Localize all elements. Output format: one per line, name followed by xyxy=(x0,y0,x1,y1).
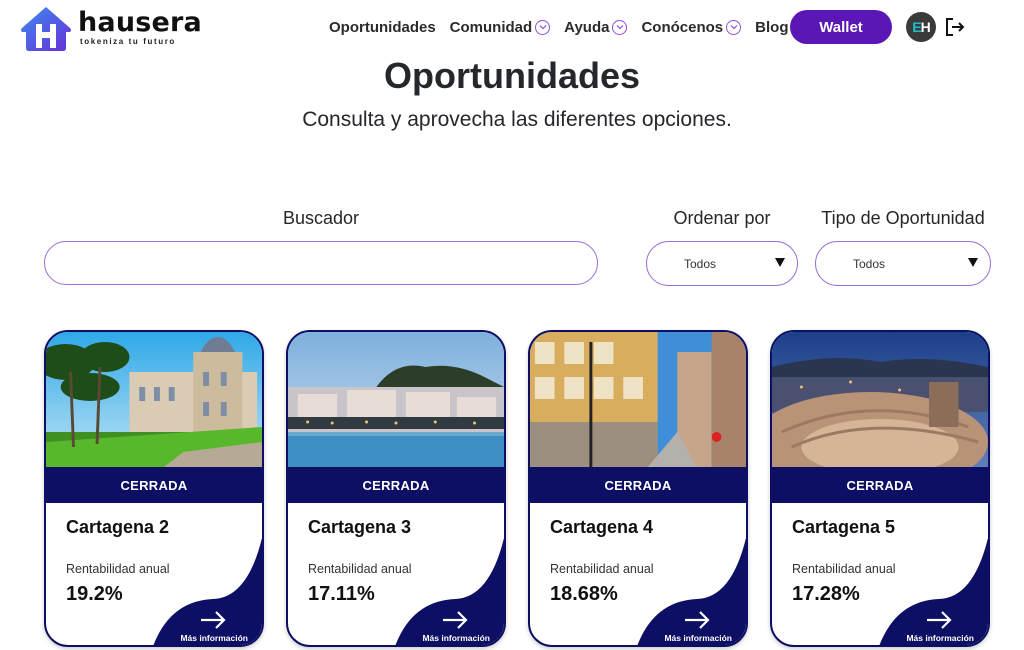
card-body: Cartagena 2 Rentabilidad anual 19.2% Más… xyxy=(46,503,262,645)
opportunity-card[interactable]: CERRADA Cartagena 5 Rentabilidad anual 1… xyxy=(770,330,990,647)
sort-select[interactable]: Todos xyxy=(646,241,798,286)
house-logo-icon xyxy=(21,7,71,51)
status-badge: CERRADA xyxy=(46,467,262,503)
card-title: Cartagena 4 xyxy=(550,517,654,537)
nav-label: Conócenos xyxy=(641,18,724,36)
chevron-down-icon xyxy=(726,19,742,35)
card-body: Cartagena 5 Rentabilidad anual 17.28% Má… xyxy=(772,503,988,645)
nav-item-comunidad[interactable]: Comunidad xyxy=(450,19,551,36)
type-value: Todos xyxy=(853,256,886,271)
sort-label: Ordenar por xyxy=(673,208,771,228)
nav-label: Blog xyxy=(755,18,789,36)
status-badge: CERRADA xyxy=(772,467,988,503)
navbar: hausera tokeniza tu futuro Oportunidades… xyxy=(0,0,1024,54)
card-body: Cartagena 4 Rentabilidad anual 18.68% Má… xyxy=(530,503,746,645)
card-title: Cartagena 2 xyxy=(66,517,170,537)
sort-value: Todos xyxy=(684,256,717,271)
rent-label: Rentabilidad anual xyxy=(66,562,170,576)
property-image xyxy=(46,332,262,467)
opportunity-card[interactable]: CERRADA Cartagena 3 Rentabilidad anual 1… xyxy=(286,330,506,647)
opportunity-card[interactable]: CERRADA Cartagena 2 Rentabilidad anual 1… xyxy=(44,330,264,647)
chevron-down-icon xyxy=(612,19,628,35)
more-info-label: Más información xyxy=(906,633,974,643)
card-body: Cartagena 3 Rentabilidad anual 17.11% Má… xyxy=(288,503,504,645)
dropdown-arrow-icon xyxy=(968,258,978,267)
more-info-link[interactable]: Más información xyxy=(878,599,988,645)
logo[interactable]: hausera tokeniza tu futuro xyxy=(18,4,202,52)
nav-item-blog[interactable]: Blog xyxy=(755,19,788,36)
wallet-button[interactable]: Wallet xyxy=(790,10,892,44)
nav-item-oportunidades[interactable]: Oportunidades xyxy=(329,19,436,36)
card-title: Cartagena 5 xyxy=(792,517,896,537)
nav-label: Oportunidades xyxy=(329,18,436,36)
rent-label: Rentabilidad anual xyxy=(308,562,412,576)
arrow-right-icon xyxy=(685,611,710,629)
rent-value: 17.28% xyxy=(792,583,860,605)
rent-value: 17.11% xyxy=(308,583,375,605)
nav-label: Comunidad xyxy=(449,18,533,36)
rent-label: Rentabilidad anual xyxy=(792,562,896,576)
property-image xyxy=(288,332,504,467)
search-label: Buscador xyxy=(282,208,360,228)
chevron-down-icon xyxy=(535,19,551,35)
arrow-right-icon xyxy=(443,611,468,629)
property-image xyxy=(530,332,746,467)
main-nav: Oportunidades Comunidad Ayuda Conócenos … xyxy=(329,16,802,38)
card-title: Cartagena 3 xyxy=(308,517,412,537)
dropdown-arrow-icon xyxy=(775,258,785,267)
arrow-right-icon xyxy=(927,611,952,629)
avatar[interactable]: EH xyxy=(906,12,936,42)
rent-value: 19.2% xyxy=(66,583,123,605)
rent-value: 18.68% xyxy=(550,583,618,605)
more-info-link[interactable]: Más información xyxy=(152,599,262,645)
status-badge: CERRADA xyxy=(288,467,504,503)
avatar-initial: E xyxy=(912,19,921,35)
property-image xyxy=(772,332,988,467)
more-info-link[interactable]: Más información xyxy=(394,599,504,645)
more-info-label: Más información xyxy=(180,633,248,643)
status-badge: CERRADA xyxy=(530,467,746,503)
brand-tagline: tokeniza tu futuro xyxy=(80,37,176,46)
more-info-label: Más información xyxy=(664,633,732,643)
search-input[interactable] xyxy=(44,241,598,285)
nav-item-conocenos[interactable]: Conócenos xyxy=(641,18,742,36)
nav-item-ayuda[interactable]: Ayuda xyxy=(564,18,628,36)
avatar-initial: H xyxy=(920,19,931,35)
page-subtitle: Consulta y aprovecha las diferentes opci… xyxy=(302,108,732,131)
logout-icon[interactable] xyxy=(944,16,966,38)
opportunity-card[interactable]: CERRADA Cartagena 4 Rentabilidad anual 1… xyxy=(528,330,748,647)
type-label: Tipo de Oportunidad xyxy=(821,208,985,228)
brand-name: hausera xyxy=(78,7,202,38)
more-info-link[interactable]: Más información xyxy=(636,599,746,645)
nav-label: Ayuda xyxy=(564,18,610,36)
rent-label: Rentabilidad anual xyxy=(550,562,654,576)
more-info-label: Más información xyxy=(422,633,490,643)
page-title: Oportunidades xyxy=(383,55,640,96)
arrow-right-icon xyxy=(201,611,226,629)
type-select[interactable]: Todos xyxy=(815,241,991,286)
